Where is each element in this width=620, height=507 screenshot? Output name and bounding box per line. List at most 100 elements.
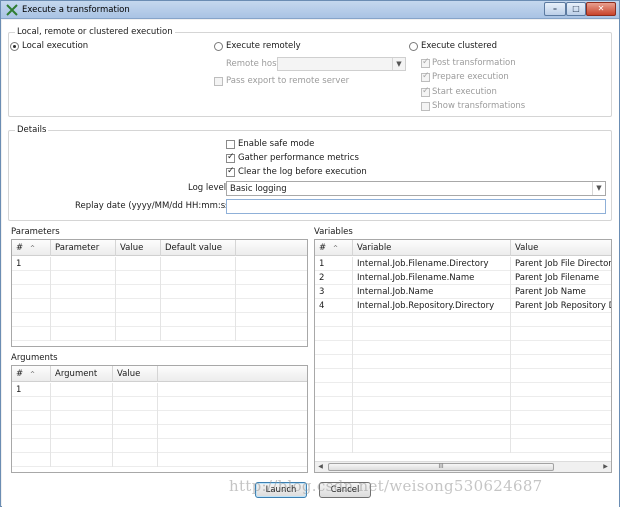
- table-row: [315, 313, 611, 327]
- pass-export-checkbox[interactable]: [214, 77, 223, 86]
- execute-remotely-radio[interactable]: [214, 42, 223, 51]
- horizontal-scrollbar[interactable]: ◀ III ▶: [315, 461, 611, 472]
- variable-cell[interactable]: Internal.Job.Filename.Name: [353, 271, 511, 285]
- variable-cell[interactable]: Internal.Job.Filename.Directory: [353, 257, 511, 271]
- value-cell[interactable]: Parent Job Filename: [511, 271, 611, 285]
- parameters-table[interactable]: # ^ Parameter Value Default value 1: [11, 239, 308, 347]
- scrollbar-thumb[interactable]: III: [328, 463, 554, 471]
- table-row: [12, 327, 307, 341]
- column-header-number[interactable]: # ^: [12, 366, 51, 382]
- close-button[interactable]: ✕: [586, 2, 616, 16]
- checkmark-icon: ✓: [227, 152, 235, 162]
- variable-cell[interactable]: Internal.Job.Name: [353, 285, 511, 299]
- replay-date-label: Replay date (yyyy/MM/dd HH:mm:ss): [75, 201, 233, 211]
- table-row[interactable]: 2 Internal.Job.Filename.Name Parent Job …: [315, 271, 611, 285]
- sort-caret-icon: ^: [30, 245, 36, 252]
- prepare-execution-checkbox[interactable]: ✓: [421, 71, 430, 82]
- show-transformations-checkbox[interactable]: [421, 102, 430, 111]
- clear-log-checkbox[interactable]: ✓: [226, 166, 235, 177]
- scroll-left-icon[interactable]: ◀: [315, 462, 326, 472]
- execute-remotely-label[interactable]: Execute remotely: [226, 41, 301, 51]
- parameter-cell[interactable]: [51, 257, 116, 271]
- column-header-default-value[interactable]: Default value: [161, 240, 236, 256]
- minimize-button[interactable]: –: [544, 2, 566, 16]
- arguments-label: Arguments: [11, 353, 58, 363]
- parameters-table-header: # ^ Parameter Value Default value: [12, 240, 307, 256]
- row-number-cell[interactable]: 3: [315, 285, 353, 299]
- row-number-cell[interactable]: 4: [315, 299, 353, 313]
- column-header-value[interactable]: Value: [116, 240, 161, 256]
- value-cell[interactable]: Parent Job Repository Dir: [511, 299, 611, 313]
- table-row: [315, 397, 611, 411]
- value-cell[interactable]: [116, 257, 161, 271]
- transformation-icon: [6, 4, 18, 16]
- safe-mode-label[interactable]: Enable safe mode: [238, 139, 314, 149]
- table-row[interactable]: 1: [12, 383, 307, 397]
- column-header-number[interactable]: # ^: [12, 240, 51, 256]
- remote-host-combo[interactable]: ▼: [277, 57, 406, 71]
- start-execution-checkbox[interactable]: ✓: [421, 86, 430, 97]
- table-row[interactable]: 3 Internal.Job.Name Parent Job Name: [315, 285, 611, 299]
- title-bar[interactable]: Execute a transformation – □ ✕: [1, 1, 619, 19]
- variable-cell[interactable]: Internal.Job.Repository.Directory: [353, 299, 511, 313]
- window-title: Execute a transformation: [22, 5, 130, 15]
- column-header-number[interactable]: # ^: [315, 240, 353, 256]
- execute-clustered-label[interactable]: Execute clustered: [421, 41, 497, 51]
- row-number-cell[interactable]: 1: [12, 383, 51, 397]
- table-row: [12, 453, 307, 467]
- column-header-value[interactable]: Value: [113, 366, 158, 382]
- row-number-cell[interactable]: 1: [315, 257, 353, 271]
- chevron-down-icon: ▼: [592, 182, 605, 195]
- checkmark-icon: ✓: [422, 71, 430, 81]
- maximize-icon: □: [572, 4, 580, 13]
- local-execution-label[interactable]: Local execution: [22, 41, 88, 51]
- post-transformation-checkbox[interactable]: ✓: [421, 57, 430, 68]
- row-number-cell[interactable]: 2: [315, 271, 353, 285]
- scroll-right-icon[interactable]: ▶: [600, 462, 611, 472]
- table-row: [315, 425, 611, 439]
- table-row: [12, 439, 307, 453]
- minimize-icon: –: [553, 4, 557, 13]
- table-row[interactable]: 1 Internal.Job.Filename.Directory Parent…: [315, 257, 611, 271]
- column-header-variable[interactable]: Variable: [353, 240, 511, 256]
- table-row: [12, 411, 307, 425]
- maximize-button[interactable]: □: [566, 2, 586, 16]
- table-row: [12, 313, 307, 327]
- value-cell[interactable]: [113, 383, 158, 397]
- table-row[interactable]: 1: [12, 257, 307, 271]
- table-row: [315, 411, 611, 425]
- table-row: [315, 369, 611, 383]
- log-level-combo[interactable]: Basic logging ▼: [226, 181, 606, 196]
- default-value-cell[interactable]: [161, 257, 236, 271]
- value-cell[interactable]: Parent Job File Directory: [511, 257, 611, 271]
- variables-table-header: # ^ Variable Value: [315, 240, 611, 256]
- pass-export-label: Pass export to remote server: [226, 76, 350, 86]
- value-cell[interactable]: Parent Job Name: [511, 285, 611, 299]
- log-level-value: Basic logging: [230, 184, 287, 194]
- parameters-label: Parameters: [11, 227, 60, 237]
- local-execution-radio[interactable]: [10, 42, 19, 51]
- table-row: [315, 439, 611, 453]
- sort-caret-icon: ^: [30, 371, 36, 378]
- column-header-value[interactable]: Value: [511, 240, 611, 256]
- variables-table[interactable]: # ^ Variable Value 1 Internal.Job.Filena…: [314, 239, 612, 473]
- show-transformations-label: Show transformations: [432, 101, 526, 111]
- column-header-argument[interactable]: Argument: [51, 366, 113, 382]
- dialog-content: Local, remote or clustered execution Loc…: [2, 20, 619, 507]
- gather-metrics-checkbox[interactable]: ✓: [226, 152, 235, 163]
- table-row: [315, 355, 611, 369]
- chevron-down-icon: ▼: [392, 58, 405, 70]
- checkmark-icon: ✓: [422, 57, 430, 67]
- column-header-parameter[interactable]: Parameter: [51, 240, 116, 256]
- replay-date-input[interactable]: [226, 199, 606, 214]
- row-number-cell[interactable]: 1: [12, 257, 51, 271]
- table-row[interactable]: 4 Internal.Job.Repository.Directory Pare…: [315, 299, 611, 313]
- execute-clustered-radio[interactable]: [409, 42, 418, 51]
- table-row: [12, 425, 307, 439]
- execution-group-title: Local, remote or clustered execution: [15, 27, 175, 37]
- argument-cell[interactable]: [51, 383, 113, 397]
- clear-log-label[interactable]: Clear the log before execution: [238, 167, 367, 177]
- safe-mode-checkbox[interactable]: [226, 140, 235, 149]
- gather-metrics-label[interactable]: Gather performance metrics: [238, 153, 359, 163]
- arguments-table[interactable]: # ^ Argument Value 1: [11, 365, 308, 473]
